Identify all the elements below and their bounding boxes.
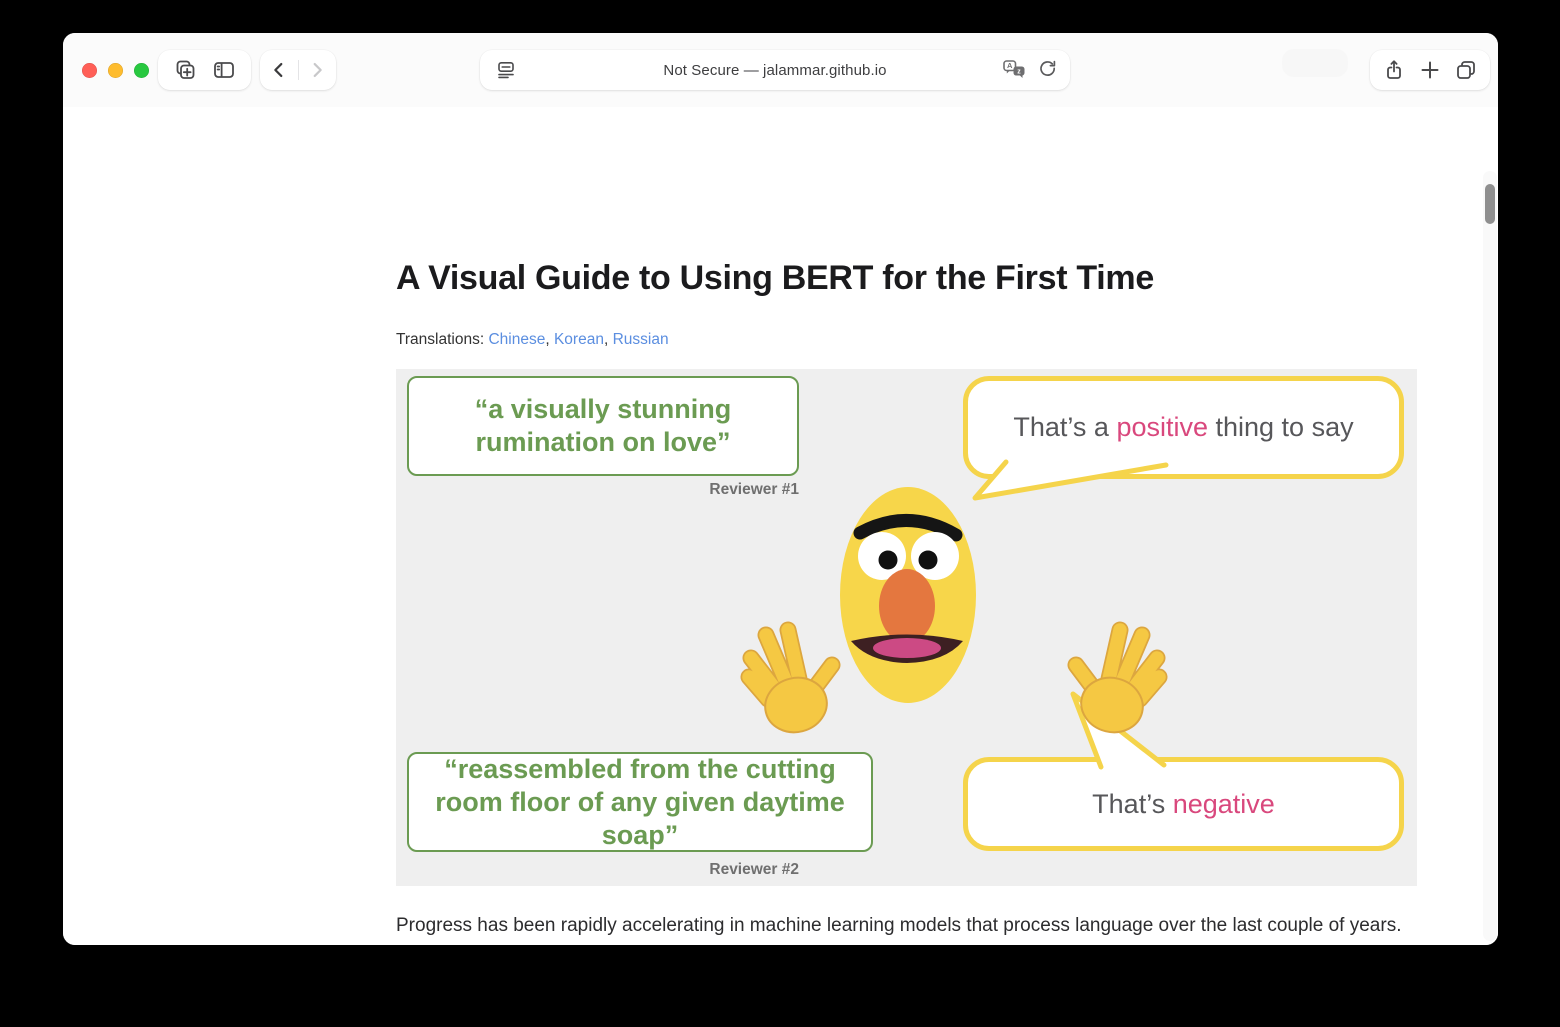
reviewer-2-label: Reviewer #2 [709,861,799,878]
address-bar[interactable]: Not Secure — jalammar.github.io A z [480,50,1070,90]
tab-overview-icon[interactable] [1454,58,1478,82]
minimize-window-button[interactable] [107,62,123,78]
inactive-toolbar-slot [1282,49,1348,77]
translations-line: Translations: Chinese, Korean, Russian [396,331,669,348]
reload-icon[interactable] [1037,59,1058,80]
svg-text:z: z [1017,68,1021,75]
hero-illustration: “a visually stunning rumination on love”… [396,369,1417,886]
translate-icon[interactable]: A z [1002,59,1027,80]
browser-window: Not Secure — jalammar.github.io A z A Vi… [63,33,1498,945]
scrollbar-track[interactable] [1483,171,1497,941]
tab-controls-group [158,50,251,90]
review-quote-2: “reassembled from the cutting room floor… [407,752,873,852]
new-tab-icon[interactable] [1418,58,1442,82]
svg-text:A: A [1007,61,1013,70]
navigation-group [260,50,336,90]
browser-toolbar: Not Secure — jalammar.github.io A z [63,33,1498,107]
back-button-icon[interactable] [268,59,290,81]
forward-button-icon[interactable] [306,59,328,81]
right-hand [1067,621,1168,734]
review-quote-1: “a visually stunning rumination on love” [407,376,799,476]
bert-head [840,487,976,703]
positive-highlight: positive [1116,412,1208,442]
reviewer-1-label: Reviewer #1 [709,481,799,498]
translation-link-chinese[interactable]: Chinese [488,331,545,348]
speech-bubble-negative: That’s negative [963,757,1404,851]
page-title: A Visual Guide to Using BERT for the Fir… [396,259,1154,297]
article-paragraph: Progress has been rapidly accelerating i… [396,915,1409,945]
negative-highlight: negative [1172,788,1275,819]
close-window-button[interactable] [81,62,97,78]
translations-label: Translations: [396,331,485,348]
left-hand [740,621,841,734]
window-actions-group [1370,50,1490,90]
speech-bubble-positive: That’s a positive thing to say [963,376,1404,479]
translation-link-russian[interactable]: Russian [613,331,669,348]
translation-link-korean[interactable]: Korean [554,331,604,348]
page-content: A Visual Guide to Using BERT for the Fir… [63,107,1498,945]
nav-divider [297,60,299,80]
address-text[interactable]: Not Secure — jalammar.github.io [480,62,1070,79]
share-icon[interactable] [1382,58,1406,82]
address-actions: A z [1002,59,1058,80]
zoom-window-button[interactable] [133,62,149,78]
new-tab-group-icon[interactable] [173,58,197,82]
scrollbar-thumb[interactable] [1485,184,1495,224]
sidebar-toggle-icon[interactable] [212,58,236,82]
